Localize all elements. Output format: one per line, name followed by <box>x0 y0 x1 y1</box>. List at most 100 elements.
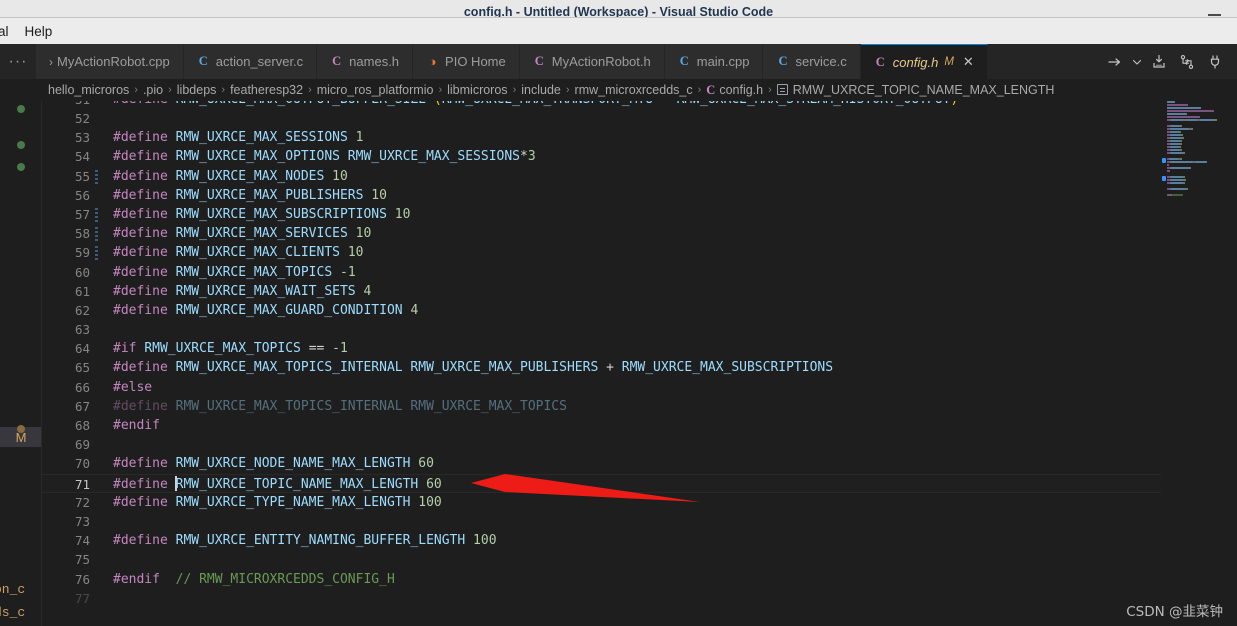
code-line[interactable]: 63 <box>42 320 1162 339</box>
code-editor[interactable]: 51 #define RMW_UXRCE_MAX_OUTPUT_BUFFER_SI… <box>42 101 1237 626</box>
code-line[interactable]: 67 #define RMW_UXRCE_MAX_TOPICS_INTERNAL … <box>42 397 1162 416</box>
h-file-icon: C <box>875 54 885 69</box>
gutter-decoration-dot <box>17 425 25 433</box>
code-line[interactable]: 72 #define RMW_UXRCE_TYPE_NAME_MAX_LENGTH… <box>42 493 1162 512</box>
menu-item-help[interactable]: Help <box>17 22 61 41</box>
menu-bar: al Help <box>0 18 1237 44</box>
code-token: RMW_UXRCE_TOPIC_NAME_MAX_LENGTH <box>175 476 427 492</box>
tab-overflow-button[interactable]: ··· <box>0 44 36 79</box>
code-token: 60 <box>418 456 434 472</box>
code-line[interactable]: 54 #define RMW_UXRCE_MAX_OPTIONS RMW_UXRC… <box>42 147 1162 166</box>
tab-label: service.c <box>795 54 847 69</box>
code-line[interactable]: 74 #define RMW_UXRCE_ENTITY_NAMING_BUFFER… <box>42 531 1162 550</box>
menu-item-al[interactable]: al <box>0 22 17 41</box>
clipped-panel-item-2[interactable]: ds_c <box>0 605 25 620</box>
line-number: 61 <box>74 283 90 299</box>
code-line[interactable]: 76 #endif // RMW_MICROXRCEDDS_CONFIG_H <box>42 570 1162 589</box>
code-line[interactable]: 68 #endif <box>42 416 1162 435</box>
code-token: #define <box>113 476 176 492</box>
code-line[interactable]: 70 #define RMW_UXRCE_NODE_NAME_MAX_LENGTH… <box>42 454 1162 473</box>
code-token: #else <box>113 379 153 395</box>
code-token: 10 <box>347 245 364 261</box>
code-line-clipped[interactable]: 51 #define RMW_UXRCE_MAX_OUTPUT_BUFFER_SI… <box>42 101 1162 109</box>
code-line[interactable]: 73 <box>42 512 1162 531</box>
code-line-current[interactable]: 71 #define RMW_UXRCE_TOPIC_NAME_MAX_LENGT… <box>42 473 1162 494</box>
breadcrumb-item-featheresp32[interactable]: featheresp32 <box>230 83 303 97</box>
clipped-panel-item-1[interactable]: on_c <box>0 582 25 597</box>
code-token: RMW_UXRCE_MAX_OUTPUT_BUFFER_SIZE <box>176 101 434 107</box>
code-line[interactable]: 58 #define RMW_UXRCE_MAX_SERVICES 10 <box>42 224 1162 243</box>
tab-pio-home[interactable]: ◑ PIO Home <box>413 44 520 79</box>
code-token: * <box>661 101 677 107</box>
chevron-down-icon[interactable] <box>1129 44 1145 79</box>
tab-close-button[interactable]: ✕ <box>963 54 974 70</box>
overview-ruler[interactable] <box>1223 101 1237 626</box>
line-number: 77 <box>74 590 90 606</box>
code-token: // RMW_MICROXRCEDDS_CONFIG_H <box>175 571 395 587</box>
code-line[interactable]: 59 #define RMW_UXRCE_MAX_CLIENTS 10 <box>42 243 1162 262</box>
code-line[interactable]: 53 #define RMW_UXRCE_MAX_SESSIONS 1 <box>42 128 1162 147</box>
tab-service-c[interactable]: Cservice.c <box>763 44 861 79</box>
minimap[interactable] <box>1161 101 1219 626</box>
folding-indicator[interactable] <box>95 227 98 243</box>
tab-action-server-c[interactable]: Caction_server.c <box>183 44 318 79</box>
code-lines[interactable]: 51 #define RMW_UXRCE_MAX_OUTPUT_BUFFER_SI… <box>42 101 1162 626</box>
tab-myactionrobot-cpp[interactable]: › MyActionRobot.cpp <box>36 44 184 79</box>
tab-config-h[interactable]: Cconfig.h M ✕ <box>860 44 988 79</box>
breadcrumb-item--pio[interactable]: .pio <box>143 83 163 97</box>
code-text: #endif // RMW_MICROXRCEDDS_CONFIG_H <box>113 570 395 589</box>
breadcrumb-item-libdeps[interactable]: libdeps <box>177 83 217 97</box>
code-line[interactable]: 66 #else <box>42 378 1162 397</box>
code-token: #define <box>113 206 176 222</box>
window-minimize-button[interactable] <box>1208 14 1221 16</box>
tab-truncated-indicator: › <box>49 54 53 69</box>
tab-modified-indicator: M <box>944 56 954 68</box>
folding-indicator[interactable] <box>95 207 98 223</box>
breadcrumb-item-rmw_microxrcedds_c[interactable]: rmw_microxrcedds_c <box>575 83 693 97</box>
code-line[interactable]: 55 #define RMW_UXRCE_MAX_NODES 10 <box>42 167 1162 186</box>
line-number: 60 <box>74 264 90 280</box>
split-editor-right-icon[interactable] <box>1101 44 1129 79</box>
code-token: 1 <box>355 130 364 146</box>
breadcrumb-item-config-h[interactable]: Cconfig.h <box>706 83 763 98</box>
code-line[interactable]: 65 #define RMW_UXRCE_MAX_TOPICS_INTERNAL … <box>42 358 1162 377</box>
code-token: RMW_UXRCE_NODE_NAME_MAX_LENGTH <box>175 456 419 472</box>
line-number: 65 <box>74 360 90 376</box>
tab-main-cpp[interactable]: Cmain.cpp <box>664 44 764 79</box>
code-line[interactable]: 69 <box>42 435 1162 454</box>
code-line[interactable]: 60 #define RMW_UXRCE_MAX_TOPICS -1 <box>42 263 1162 282</box>
folding-indicator[interactable] <box>95 246 98 262</box>
breadcrumb-separator: › <box>768 84 772 96</box>
code-line[interactable]: 61 #define RMW_UXRCE_MAX_WAIT_SETS 4 <box>42 282 1162 301</box>
code-text: #endif <box>113 416 160 435</box>
platformio-icon: ◑ <box>428 53 437 69</box>
breadcrumb-item-include[interactable]: include <box>521 83 561 97</box>
breadcrumb-item-micro_ros_platformio[interactable]: micro_ros_platformio <box>317 83 434 97</box>
code-line[interactable]: 75 <box>42 550 1162 569</box>
platformio-plug-icon[interactable] <box>1201 44 1229 79</box>
platformio-upload-icon[interactable] <box>1145 44 1173 79</box>
breadcrumb-separator: › <box>168 84 172 96</box>
breadcrumb-item-rmw_uxrce_topic_name_max_length[interactable]: RMW_UXRCE_TOPIC_NAME_MAX_LENGTH <box>776 83 1054 97</box>
code-token: RMW_UXRCE_MAX_SUBSCRIPTIONS <box>175 206 395 222</box>
code-line[interactable]: 64 #if RMW_UXRCE_MAX_TOPICS == -1 <box>42 339 1162 358</box>
code-text: #define RMW_UXRCE_TOPIC_NAME_MAX_LENGTH … <box>113 475 442 494</box>
code-line[interactable]: 52 <box>42 109 1162 128</box>
tab-label: main.cpp <box>696 54 750 69</box>
code-line[interactable]: 77 <box>42 589 1162 608</box>
code-line[interactable]: 62 #define RMW_UXRCE_MAX_GUARD_CONDITION … <box>42 301 1162 320</box>
line-number: 66 <box>74 379 90 395</box>
breadcrumb-item-hello_microros[interactable]: hello_microros <box>48 83 129 97</box>
gutter-decoration-dot <box>17 105 25 113</box>
code-line[interactable]: 56 #define RMW_UXRCE_MAX_PUBLISHERS 10 <box>42 186 1162 205</box>
breadcrumb-item-libmicroros[interactable]: libmicroros <box>447 83 507 97</box>
tab-names-h[interactable]: Cnames.h <box>317 44 414 79</box>
code-token: #define <box>113 168 176 184</box>
code-line[interactable]: 57 #define RMW_UXRCE_MAX_SUBSCRIPTIONS 10 <box>42 205 1162 224</box>
folding-indicator[interactable] <box>95 169 98 185</box>
code-token: RMW_UXRCE_MAX_OPTIONS RMW_UXRCE_MAX_SESS… <box>175 149 520 165</box>
platformio-serial-monitor-icon[interactable] <box>1173 44 1201 79</box>
line-number: 73 <box>74 513 90 529</box>
code-token: 60 <box>426 476 442 492</box>
tab-myactionrobot-h[interactable]: C MyActionRobot.h <box>519 44 665 79</box>
